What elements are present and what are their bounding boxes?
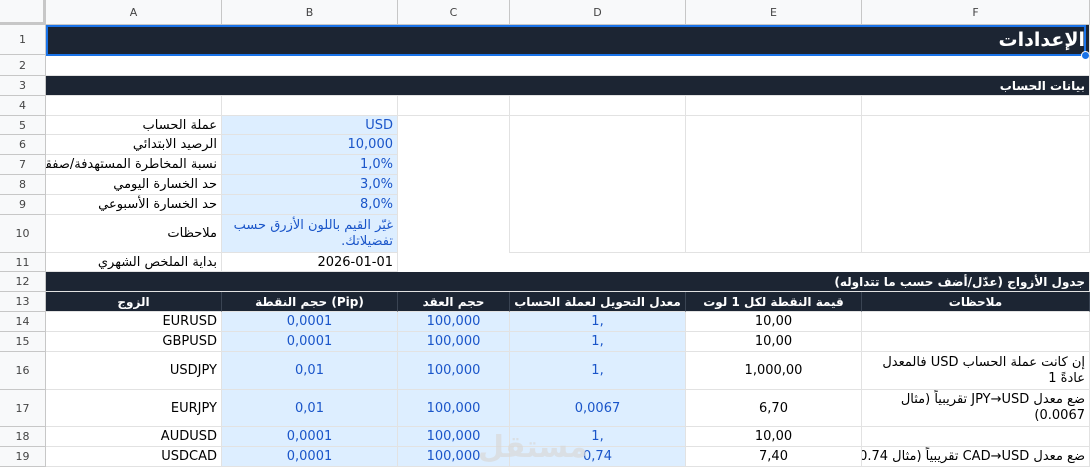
pair-note[interactable]	[862, 332, 1090, 352]
summary-start-label[interactable]: بداية الملخص الشهري	[46, 253, 222, 272]
column-header-f[interactable]: F	[862, 0, 1090, 25]
row-header-14[interactable]: 14	[0, 312, 46, 332]
pair-name[interactable]: USDCAD	[46, 447, 222, 467]
row-header-19[interactable]: 19	[0, 447, 46, 467]
cell-e4[interactable]	[686, 96, 862, 116]
setting-label[interactable]: ملاحظات	[46, 215, 222, 253]
pair-pip[interactable]: 0,01	[222, 390, 398, 427]
row-header-12[interactable]: 12	[0, 272, 46, 292]
pair-contract[interactable]: 100,000	[398, 352, 510, 390]
row-header-2[interactable]: 2	[0, 55, 46, 76]
pair-name[interactable]: GBPUSD	[46, 332, 222, 352]
pair-note[interactable]	[862, 427, 1090, 447]
pair-contract[interactable]: 100,000	[398, 312, 510, 332]
column-header-b[interactable]: B	[222, 0, 398, 25]
pair-pip[interactable]: 0,0001	[222, 332, 398, 352]
column-header-c[interactable]: C	[398, 0, 510, 25]
row-header-11[interactable]: 11	[0, 253, 46, 272]
row-header-7[interactable]: 7	[0, 155, 46, 175]
row-header-13[interactable]: 13	[0, 292, 46, 312]
pair-pip-value[interactable]: 6,70	[686, 390, 862, 427]
pair-contract[interactable]: 100,000	[398, 390, 510, 427]
pair-note[interactable]: ضع معدل JPY→USD تقريبياً (مثال 0.0067)	[862, 390, 1090, 427]
row-header-17[interactable]: 17	[0, 390, 46, 427]
row-header-10[interactable]: 10	[0, 215, 46, 253]
pair-pip-value[interactable]: 10,00	[686, 427, 862, 447]
setting-value[interactable]: 10,000	[222, 135, 398, 155]
row-header-4[interactable]: 4	[0, 96, 46, 116]
summary-start-value[interactable]: 2026-01-01	[222, 253, 398, 272]
setting-label[interactable]: نسبة المخاطرة المستهدفة/صفقة	[46, 155, 222, 175]
row-header-3[interactable]: 3	[0, 76, 46, 96]
pair-contract[interactable]: 100,000	[398, 332, 510, 352]
setting-value[interactable]: 8,0%	[222, 195, 398, 215]
pairs-section-header[interactable]: جدول الأزواج (عدّل/أضف حسب ما تتداوله)	[46, 272, 1090, 292]
row-header-5[interactable]: 5	[0, 116, 46, 135]
pair-pip-value[interactable]: 10,00	[686, 312, 862, 332]
setting-label[interactable]: الرصيد الابتدائي	[46, 135, 222, 155]
pair-pip-value[interactable]: 1,000,00	[686, 352, 862, 390]
cell-a4[interactable]	[46, 96, 222, 116]
pair-pip[interactable]: 0,0001	[222, 312, 398, 332]
pair-name[interactable]: EURUSD	[46, 312, 222, 332]
row-header-15[interactable]: 15	[0, 332, 46, 352]
column-header-d[interactable]: D	[510, 0, 686, 25]
pair-rate[interactable]: 1,	[510, 332, 686, 352]
pair-name[interactable]: USDJPY	[46, 352, 222, 390]
account-section-header[interactable]: بيانات الحساب	[46, 76, 1090, 96]
pairs-header-contract[interactable]: حجم العقد	[398, 292, 510, 312]
pair-pip-value[interactable]: 10,00	[686, 332, 862, 352]
pair-pip[interactable]: 0,01	[222, 352, 398, 390]
pair-note[interactable]: إن كانت عملة الحساب USD فالمعدل عادةً 1	[862, 352, 1090, 390]
watermark-logo: مستقل	[478, 430, 588, 465]
pairs-header-pip-value[interactable]: قيمة النقطة لكل 1 لوت	[686, 292, 862, 312]
setting-value[interactable]: 3,0%	[222, 175, 398, 195]
pair-pip-value[interactable]: 7,40	[686, 447, 862, 467]
setting-label[interactable]: حد الخسارة الأسبوعي	[46, 195, 222, 215]
title-cell[interactable]: الإعدادات	[46, 25, 1090, 55]
pair-rate[interactable]: 1,	[510, 352, 686, 390]
cell-d4[interactable]	[510, 96, 686, 116]
row-header-1[interactable]: 1	[0, 25, 46, 55]
pair-note[interactable]: ضع معدل CAD→USD تقريبياً (مثال 0.74)	[862, 447, 1090, 467]
pair-rate[interactable]: 0,0067	[510, 390, 686, 427]
empty-block-c	[398, 116, 510, 253]
pair-pip[interactable]: 0,0001	[222, 427, 398, 447]
pair-rate[interactable]: 1,	[510, 312, 686, 332]
notes-value[interactable]: غيّر القيم باللون الأزرق حسب تفضيلاتك.	[222, 215, 398, 253]
row-header-8[interactable]: 8	[0, 175, 46, 195]
row-header-6[interactable]: 6	[0, 135, 46, 155]
pairs-header-pair[interactable]: الزوج	[46, 292, 222, 312]
row-header-9[interactable]: 9	[0, 195, 46, 215]
empty-block-d	[510, 116, 686, 253]
cell-c4[interactable]	[398, 96, 510, 116]
spreadsheet: A B C D E F 1 2 3 4 5 6 7 8 9 10 11 12 1…	[0, 0, 1090, 470]
empty-row-2[interactable]	[46, 55, 1090, 76]
pairs-header-rate[interactable]: معدل التحويل لعملة الحساب	[510, 292, 686, 312]
pair-name[interactable]: AUDUSD	[46, 427, 222, 447]
pair-note[interactable]	[862, 312, 1090, 332]
pairs-header-pip[interactable]: حجم النقطة (Pip)	[222, 292, 398, 312]
cell-b4[interactable]	[222, 96, 398, 116]
setting-label[interactable]: حد الخسارة اليومي	[46, 175, 222, 195]
select-all-corner[interactable]	[0, 0, 46, 25]
pairs-header-notes[interactable]: ملاحظات	[862, 292, 1090, 312]
setting-value[interactable]: USD	[222, 116, 398, 135]
setting-label[interactable]: عملة الحساب	[46, 116, 222, 135]
column-header-e[interactable]: E	[686, 0, 862, 25]
cell-f4[interactable]	[862, 96, 1090, 116]
pair-name[interactable]: EURJPY	[46, 390, 222, 427]
pair-pip[interactable]: 0,0001	[222, 447, 398, 467]
row-header-16[interactable]: 16	[0, 352, 46, 390]
setting-value[interactable]: 1,0%	[222, 155, 398, 175]
row-header-18[interactable]: 18	[0, 427, 46, 447]
empty-block-f	[862, 116, 1090, 253]
column-header-a[interactable]: A	[46, 0, 222, 25]
empty-block-e	[686, 116, 862, 253]
